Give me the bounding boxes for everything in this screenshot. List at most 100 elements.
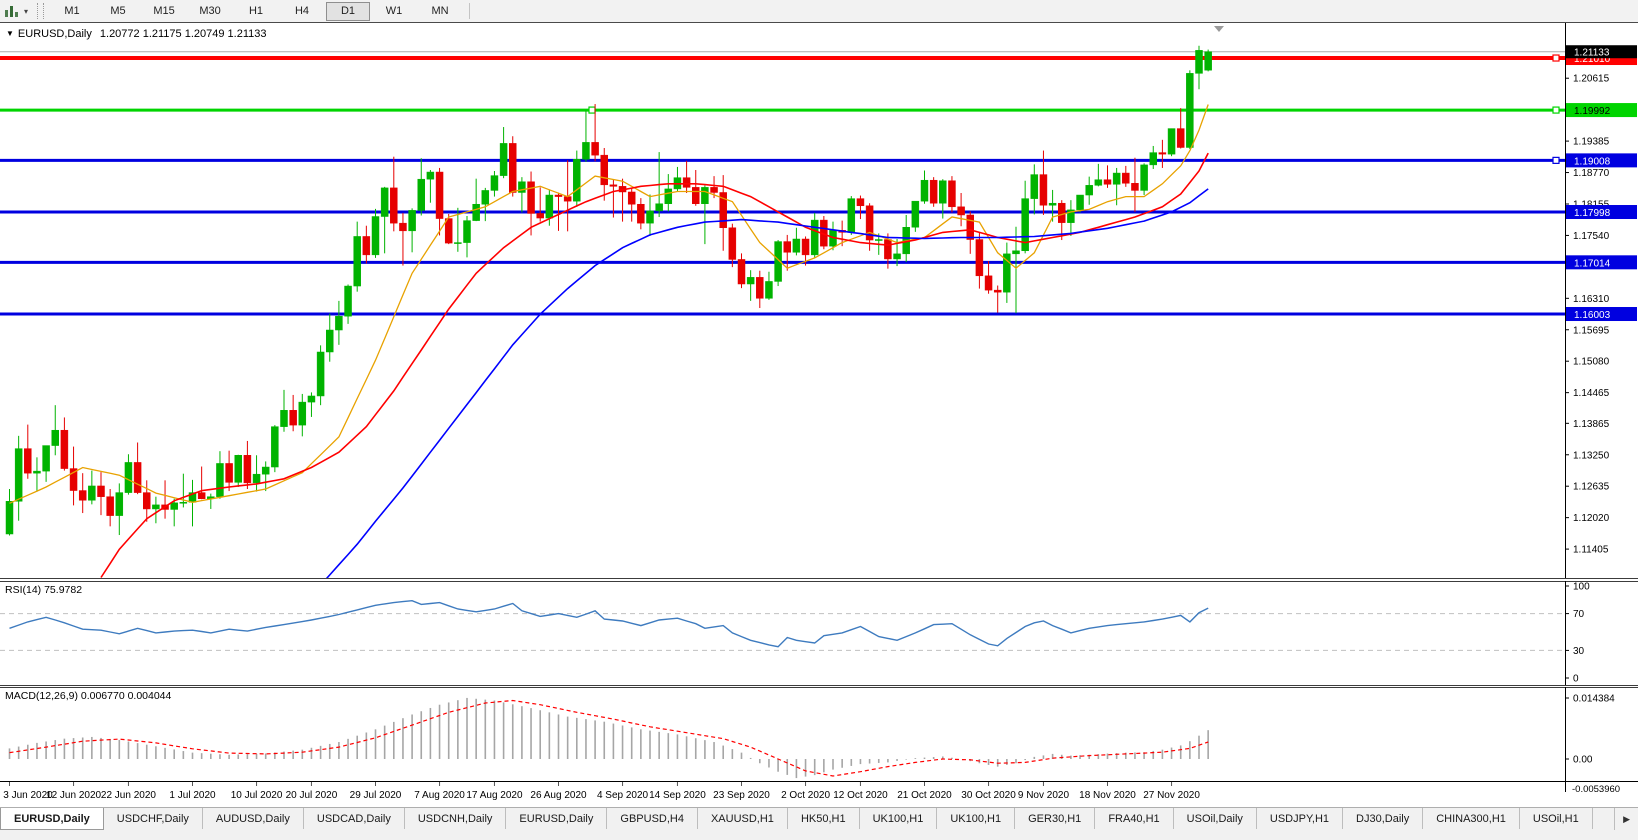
svg-text:7 Aug 2020: 7 Aug 2020 — [414, 790, 465, 801]
svg-text:1.17998: 1.17998 — [1574, 208, 1611, 219]
timeframe-group: M1M5M15M30H1H4D1W1MN — [49, 0, 463, 22]
chart-tab-usdjpy-h1[interactable]: USDJPY,H1 — [1257, 808, 1343, 829]
svg-text:1.13865: 1.13865 — [1573, 419, 1610, 430]
macd-indicator-label: MACD(12,26,9) 0.006770 0.004044 — [5, 690, 171, 702]
svg-text:22 Jun 2020: 22 Jun 2020 — [101, 790, 156, 801]
bar-glyph — [15, 12, 18, 17]
svg-text:1.18770: 1.18770 — [1573, 168, 1610, 179]
svg-text:21 Oct 2020: 21 Oct 2020 — [897, 790, 952, 801]
svg-text:0: 0 — [1573, 674, 1579, 685]
svg-text:0.00: 0.00 — [1573, 755, 1593, 766]
candles[interactable] — [6, 46, 1212, 536]
hline-1.17014[interactable]: 1.17014 — [0, 255, 1637, 269]
chart-shift-marker-icon[interactable] — [1214, 26, 1224, 32]
hline-1.21010[interactable]: 1.21010 — [0, 51, 1637, 65]
chart-tab-usoil-daily[interactable]: USOil,Daily — [1174, 808, 1257, 829]
svg-text:23 Sep 2020: 23 Sep 2020 — [713, 790, 770, 801]
chart-type-icon[interactable] — [2, 3, 20, 19]
chart-tab-uk100-h1[interactable]: UK100,H1 — [860, 808, 938, 829]
svg-text:1.12020: 1.12020 — [1573, 513, 1610, 524]
macd-histogram — [10, 698, 1209, 778]
toolbar-grip[interactable] — [37, 3, 44, 19]
collapse-arrow-icon[interactable]: ▼ — [6, 29, 14, 38]
chart-tab-fra40-h1[interactable]: FRA40,H1 — [1095, 808, 1173, 829]
chart-tab-usdchf-daily[interactable]: USDCHF,Daily — [104, 808, 203, 829]
line-handle[interactable] — [1553, 107, 1559, 113]
rsi-indicator-label: RSI(14) 75.9782 — [5, 584, 82, 596]
date-labels: 3 Jun 202012 Jun 202022 Jun 20201 Jul 20… — [3, 782, 1200, 801]
svg-text:26 Aug 2020: 26 Aug 2020 — [530, 790, 587, 801]
rsi-line — [10, 601, 1209, 647]
tab-scroll-right-icon[interactable]: ▶ — [1614, 808, 1638, 830]
svg-text:1.17540: 1.17540 — [1573, 231, 1610, 242]
timeframe-button-H1[interactable]: H1 — [234, 2, 278, 21]
svg-text:2 Oct 2020: 2 Oct 2020 — [781, 790, 830, 801]
svg-text:1.17014: 1.17014 — [1574, 258, 1611, 269]
chart-tab-china300-h1[interactable]: CHINA300,H1 — [1423, 808, 1520, 829]
hline-1.16003[interactable]: 1.16003 — [0, 307, 1637, 321]
top-toolbar: ▾ M1M5M15M30H1H4D1W1MN — [0, 0, 1638, 23]
toolbar-separator — [469, 3, 470, 19]
svg-text:0.014384: 0.014384 — [1573, 693, 1615, 704]
chart-tab-dj30-daily[interactable]: DJ30,Daily — [1343, 808, 1423, 829]
svg-text:4 Sep 2020: 4 Sep 2020 — [597, 790, 649, 801]
svg-text:100: 100 — [1573, 582, 1590, 593]
svg-text:1.15695: 1.15695 — [1573, 325, 1610, 336]
line-handle[interactable] — [1553, 55, 1559, 61]
timeframe-button-M30[interactable]: M30 — [188, 2, 232, 21]
svg-text:1.21133: 1.21133 — [1574, 48, 1610, 59]
svg-text:1.19992: 1.19992 — [1574, 106, 1611, 117]
chart-tab-gbpusd-h4[interactable]: GBPUSD,H4 — [607, 808, 698, 829]
chart-tab-xauusd-h1[interactable]: XAUUSD,H1 — [698, 808, 788, 829]
hline-1.17998[interactable]: 1.17998 — [0, 205, 1637, 219]
time-axis[interactable]: 3 Jun 202012 Jun 202022 Jun 20201 Jul 20… — [0, 782, 1638, 808]
timeframe-button-MN[interactable]: MN — [418, 2, 462, 21]
dropdown-caret-icon[interactable]: ▾ — [20, 7, 32, 16]
svg-text:27 Nov 2020: 27 Nov 2020 — [1143, 790, 1200, 801]
chart-tab-hk50-h1[interactable]: HK50,H1 — [788, 808, 860, 829]
macd-signal-line — [10, 701, 1209, 777]
mt4-window: ▾ M1M5M15M30H1H4D1W1MN 1.206151.193851.1… — [0, 0, 1638, 840]
hline-1.19008[interactable]: 1.19008 — [0, 153, 1637, 167]
svg-text:1 Jul 2020: 1 Jul 2020 — [169, 790, 216, 801]
macd-panel[interactable]: 0.014384 0.00 — [0, 687, 1638, 782]
hline-1.19992[interactable]: 1.19992 — [0, 103, 1637, 117]
chart-tab-audusd-daily[interactable]: AUDUSD,Daily — [203, 808, 304, 829]
svg-text:10 Jul 2020: 10 Jul 2020 — [231, 790, 283, 801]
line-handle[interactable] — [589, 107, 595, 113]
svg-text:30: 30 — [1573, 646, 1585, 657]
rsi-panel[interactable]: 100 70 30 0 — [0, 581, 1638, 686]
chart-tab-usdcad-daily[interactable]: USDCAD,Daily — [304, 808, 405, 829]
chart-tab-uk100-h1[interactable]: UK100,H1 — [937, 808, 1015, 829]
timeframe-button-M15[interactable]: M15 — [142, 2, 186, 21]
timeframe-button-D1[interactable]: D1 — [326, 2, 370, 21]
chart-tab-usdcnh-daily[interactable]: USDCNH,Daily — [405, 808, 507, 829]
timeframe-button-M5[interactable]: M5 — [96, 2, 140, 21]
chart-window: 1.206151.193851.187701.181551.175401.163… — [0, 22, 1638, 808]
timeframe-button-M1[interactable]: M1 — [50, 2, 94, 21]
svg-text:70: 70 — [1573, 609, 1585, 620]
svg-text:1.20615: 1.20615 — [1573, 74, 1610, 85]
svg-text:14 Sep 2020: 14 Sep 2020 — [649, 790, 706, 801]
chart-tab-ger30-h1[interactable]: GER30,H1 — [1015, 808, 1095, 829]
svg-text:1.16310: 1.16310 — [1573, 294, 1610, 305]
svg-text:1.12635: 1.12635 — [1573, 482, 1610, 493]
price-chart[interactable]: 1.206151.193851.187701.181551.175401.163… — [0, 23, 1638, 579]
svg-text:12 Jun 2020: 12 Jun 2020 — [46, 790, 101, 801]
chart-tab-usoil-h1[interactable]: USOil,H1 — [1520, 808, 1593, 829]
line-handle[interactable] — [1553, 157, 1559, 163]
svg-text:17 Aug 2020: 17 Aug 2020 — [466, 790, 523, 801]
svg-text:1.11405: 1.11405 — [1573, 545, 1609, 556]
svg-text:29 Jul 2020: 29 Jul 2020 — [350, 790, 402, 801]
timeframe-button-W1[interactable]: W1 — [372, 2, 416, 21]
svg-text:20 Jul 2020: 20 Jul 2020 — [286, 790, 338, 801]
svg-text:1.19008: 1.19008 — [1574, 156, 1611, 167]
svg-text:12 Oct 2020: 12 Oct 2020 — [833, 790, 888, 801]
chart-symbol: EURUSD,Daily — [18, 28, 92, 40]
timeframe-button-H4[interactable]: H4 — [280, 2, 324, 21]
chart-ohlc-values: 1.20772 1.21175 1.20749 1.21133 — [100, 28, 267, 40]
svg-text:-0.0053960: -0.0053960 — [1572, 784, 1620, 795]
chart-tab-eurusd-daily[interactable]: EURUSD,Daily — [506, 808, 607, 829]
svg-text:1.16003: 1.16003 — [1574, 310, 1611, 321]
chart-tab-eurusd-daily[interactable]: EURUSD,Daily — [0, 808, 104, 830]
